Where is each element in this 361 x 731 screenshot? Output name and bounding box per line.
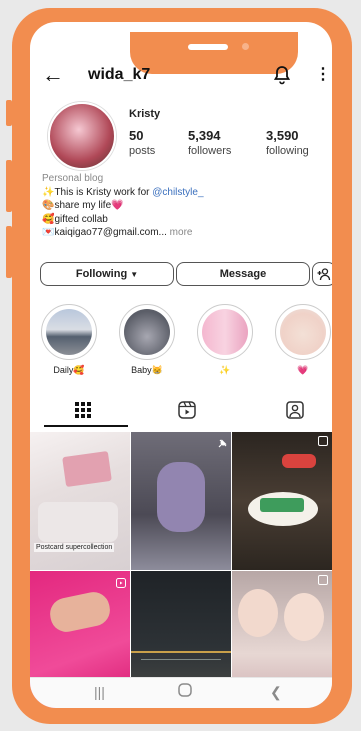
following-button[interactable]: Following ▼ xyxy=(40,262,174,286)
bio-more-link[interactable]: more xyxy=(170,227,193,238)
reels-icon xyxy=(116,575,126,593)
recent-apps-icon[interactable]: ||| xyxy=(94,684,105,700)
speaker xyxy=(188,44,228,50)
carousel-icon xyxy=(318,575,328,585)
back-arrow-icon[interactable]: ← xyxy=(42,62,64,88)
phone-mockup: ← wida_k7 ⋮ Kristy 50 posts 5,394 follow… xyxy=(0,0,361,731)
post-thumbnail[interactable] xyxy=(232,432,332,570)
content-tabs xyxy=(30,398,332,424)
home-icon[interactable] xyxy=(178,683,192,700)
stat-following[interactable]: 3,590 following xyxy=(266,128,309,157)
stat-label: posts xyxy=(129,145,156,157)
highlight-daily[interactable]: Daily🥰 xyxy=(40,304,98,376)
bio-line: 🥰gifted collab xyxy=(42,213,108,225)
message-button[interactable]: Message xyxy=(176,262,310,286)
bio-category: Personal blog xyxy=(42,173,104,184)
highlight-sparkle[interactable]: ✨ xyxy=(196,304,254,376)
postcard-graphic xyxy=(62,450,112,488)
hand-graphic xyxy=(47,589,113,635)
add-person-icon[interactable] xyxy=(312,262,332,286)
bio-line: ✨This is Kristy work for @chilstyle_ xyxy=(42,186,322,200)
camera xyxy=(242,43,249,50)
stat-value: 50 xyxy=(129,128,144,143)
post-thumbnail[interactable]: Postcard supercollection xyxy=(30,432,130,570)
post-caption: Postcard supercollection xyxy=(34,543,115,552)
reels-icon[interactable] xyxy=(178,401,196,424)
highlight-baby[interactable]: Baby😸 xyxy=(118,304,176,376)
bio-line: 💌kaiqigao77@gmail.com... more xyxy=(42,226,322,240)
highlight-label: ✨ xyxy=(219,365,231,375)
following-label: Following xyxy=(75,268,128,280)
profile-header: ← wida_k7 ⋮ xyxy=(30,62,332,88)
stat-label: following xyxy=(266,145,309,157)
highlight-ring xyxy=(275,304,331,360)
chevron-down-icon: ▼ xyxy=(130,270,139,279)
highlight-label: 💗 xyxy=(297,365,309,375)
highlight-ring xyxy=(119,304,175,360)
highlight-cover xyxy=(280,309,326,355)
bell-icon[interactable] xyxy=(273,65,291,90)
highlight-cover xyxy=(46,309,92,355)
nav-back-icon[interactable]: ❮ xyxy=(270,684,282,701)
active-tab-indicator xyxy=(44,425,128,427)
highlight-label: Baby😸 xyxy=(131,365,163,375)
grid-icon[interactable] xyxy=(75,402,91,423)
stat-followers[interactable]: 5,394 followers xyxy=(188,128,231,157)
bridge-lights-graphic xyxy=(131,651,231,653)
highlight-heart[interactable]: 💗 xyxy=(274,304,332,376)
username: wida_k7 xyxy=(88,66,151,83)
dessert-graphic xyxy=(282,454,316,468)
stat-value: 3,590 xyxy=(266,128,299,143)
avatar[interactable] xyxy=(48,102,116,170)
post-thumbnail[interactable] xyxy=(131,432,231,570)
android-nav-bar: ||| ❮ xyxy=(30,677,332,708)
instagram-profile-screen: ← wida_k7 ⋮ Kristy 50 posts 5,394 follow… xyxy=(30,22,332,708)
bio-line: 🎨share my life💗 xyxy=(42,200,124,211)
face-graphic xyxy=(238,589,278,637)
highlight-label: Daily🥰 xyxy=(53,365,85,375)
face-graphic xyxy=(284,593,324,641)
bio: Personal blog ✨This is Kristy work for @… xyxy=(42,172,322,240)
profile-actions: Following ▼ Message xyxy=(40,262,332,286)
display-name: Kristy xyxy=(129,108,161,120)
more-vertical-icon[interactable]: ⋮ xyxy=(315,62,331,88)
stat-label: followers xyxy=(188,145,232,157)
stat-posts[interactable]: 50 posts xyxy=(129,128,155,157)
highlight-cover xyxy=(124,309,170,355)
bridge-lights-graphic xyxy=(141,659,221,660)
highlight-cover xyxy=(202,309,248,355)
bio-mention-link[interactable]: @chilstyle_ xyxy=(152,187,203,198)
fabric-graphic xyxy=(38,502,118,542)
carousel-icon xyxy=(318,436,328,446)
dessert-graphic xyxy=(260,498,304,512)
stat-value: 5,394 xyxy=(188,128,221,143)
bio-email: 💌kaiqigao77@gmail.com... xyxy=(42,227,167,238)
highlight-ring xyxy=(41,304,97,360)
pin-icon xyxy=(217,436,227,454)
bio-text: ✨This is Kristy work for xyxy=(42,186,153,198)
tagged-icon[interactable] xyxy=(286,401,304,424)
teddy-bear-graphic xyxy=(157,462,205,532)
highlight-ring xyxy=(197,304,253,360)
